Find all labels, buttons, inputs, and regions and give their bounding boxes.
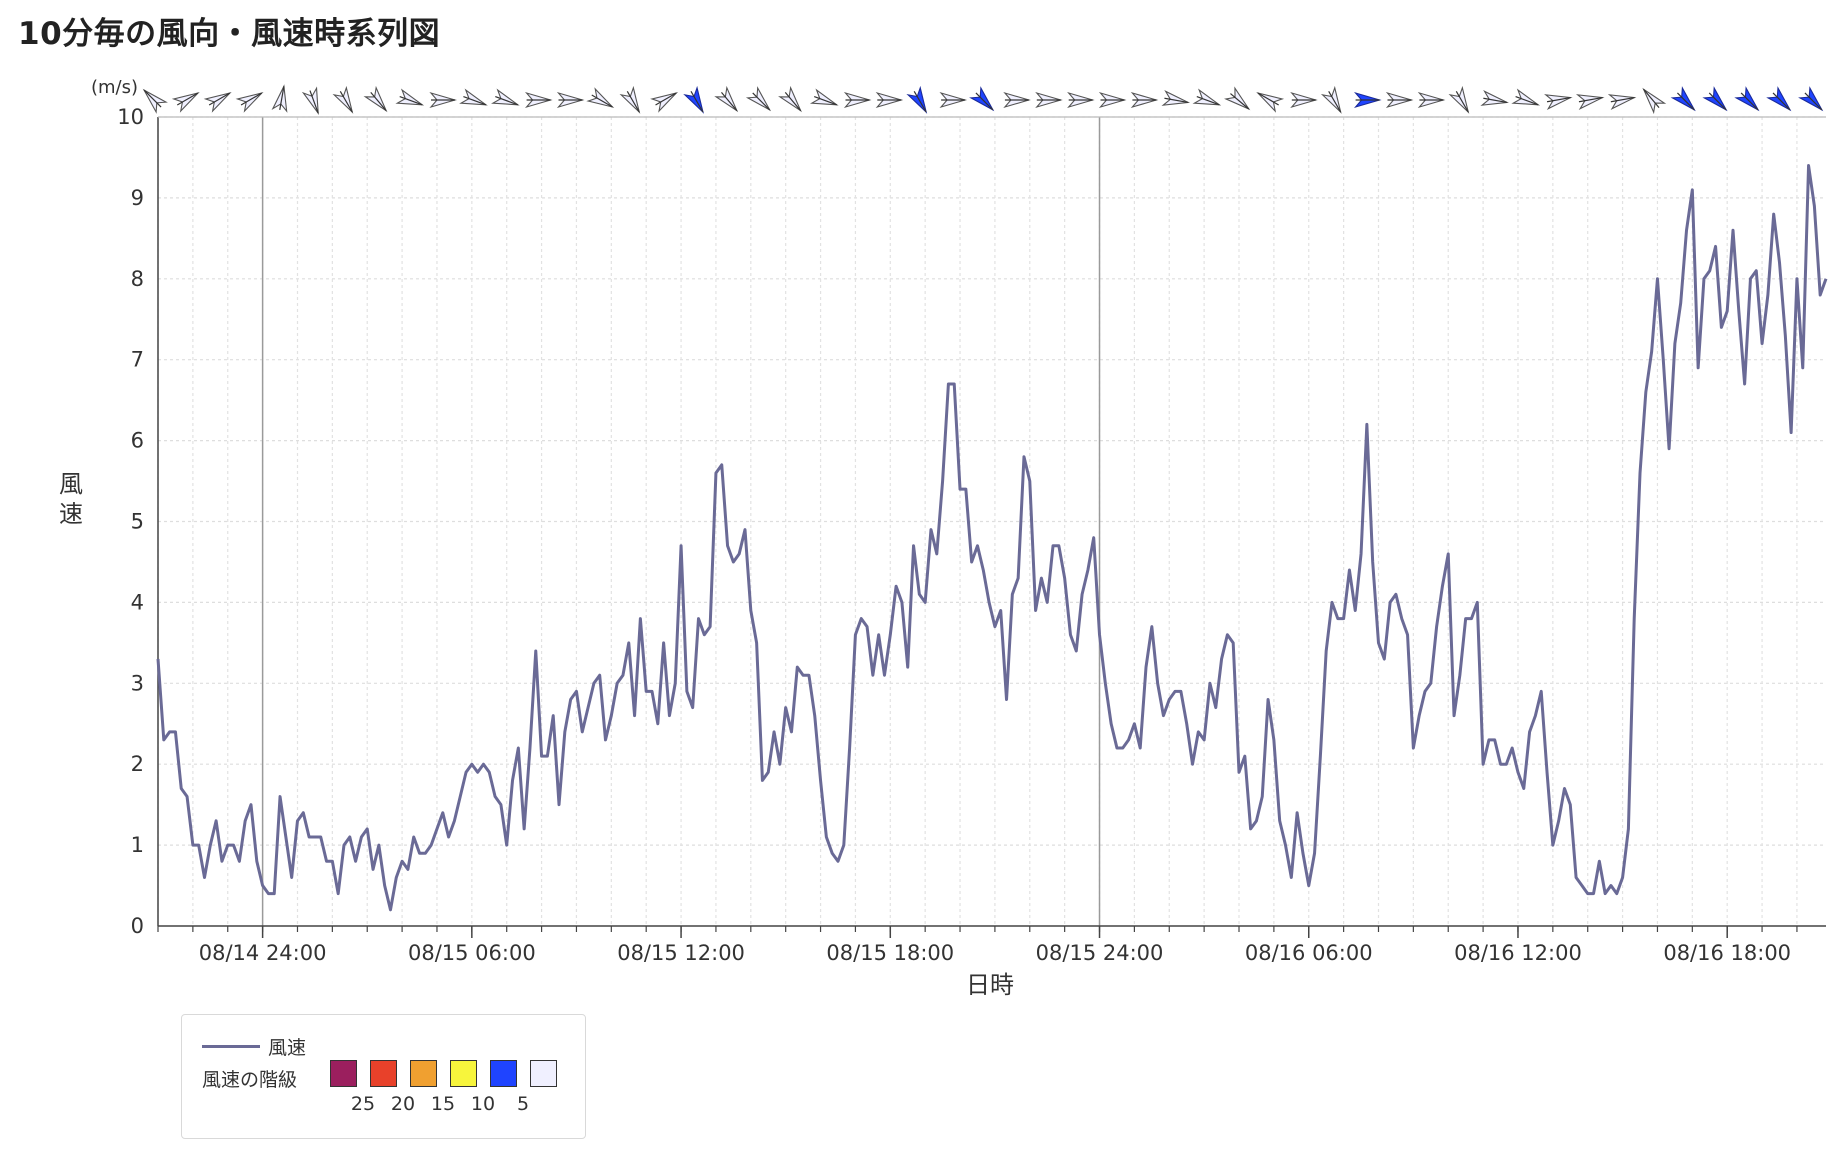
wind-direction-marker: [1098, 91, 1127, 109]
wind-direction-marker: [1256, 92, 1285, 113]
wind-direction-marker: [939, 91, 968, 109]
wind-direction-marker: [843, 91, 872, 109]
legend-swatch: [530, 1060, 557, 1087]
wind-direction-marker: [586, 87, 615, 108]
y-tick-label: 0: [131, 914, 144, 938]
wind-direction-marker: [524, 91, 553, 109]
y-tick-label: 4: [131, 590, 144, 614]
x-tick-label: 08/14 24:00: [199, 941, 327, 965]
wind-direction-marker: [1607, 94, 1637, 110]
legend-swatch-label: 25: [350, 1093, 376, 1115]
wind-direction-marker: [363, 85, 388, 113]
y-axis-label-char-2: 速: [59, 500, 83, 528]
legend-swatch-label: 15: [430, 1093, 456, 1115]
wind-direction-marker: [1130, 91, 1159, 109]
grid-layer: [157, 116, 1826, 926]
wind-direction-marker: [1511, 88, 1541, 106]
x-tick-label: 08/15 24:00: [1036, 941, 1164, 965]
x-tick-label: 08/16 18:00: [1663, 941, 1791, 965]
wind-direction-marker: [1480, 90, 1509, 106]
y-tick-label: 7: [131, 348, 144, 372]
y-tick-label: 3: [131, 671, 144, 695]
wind-direction-marker: [1192, 88, 1222, 106]
legend-swatch: [490, 1060, 517, 1087]
legend-swatch: [450, 1060, 477, 1087]
wind-direction-marker: [745, 86, 772, 112]
wind-direction-marker: [556, 91, 585, 109]
wind-direction-marker: [778, 85, 802, 113]
wind-chart: 0 1 2 3 4 5 6 7 8 9 10 08/14 24:00 08/15 06:00 08/15 …: [59, 77, 1828, 999]
wind-direction-marker: [1320, 85, 1342, 114]
wind-direction-marker: [1385, 91, 1414, 109]
wind-direction-marker: [1035, 91, 1063, 109]
wind-direction-marker: [235, 92, 264, 113]
wind-direction-marker: [1067, 91, 1095, 109]
wind-direction-marker: [1224, 86, 1251, 111]
wind-direction-marker: [875, 91, 904, 109]
wind-direction-marker: [395, 88, 425, 106]
wind-direction-marker: [1575, 94, 1605, 110]
wind-direction-marker: [1448, 85, 1470, 114]
wind-direction-marker: [271, 84, 288, 113]
wind-direction-marker: [1544, 94, 1573, 110]
legend-swatch-label: 20: [390, 1093, 416, 1115]
wind-direction-marker: [429, 91, 457, 109]
x-tick-label: 08/15 18:00: [826, 941, 954, 965]
y-tick-label: 10: [117, 105, 144, 129]
wind-direction-marker: [1353, 91, 1382, 109]
wind-direction-marker: [332, 85, 354, 114]
wind-direction-marker: [1670, 86, 1696, 112]
wind-direction-marker: [714, 85, 739, 113]
wind-direction-marker: [459, 88, 488, 106]
wind-direction-marker: [1798, 86, 1824, 112]
y-tick-label: 1: [131, 833, 144, 857]
legend-series-label: 風速: [268, 1037, 307, 1059]
wind-direction-marker: [906, 85, 928, 114]
wind-direction-marker: [491, 88, 520, 106]
wind-direction-marker: [171, 92, 200, 113]
wind-direction-marker: [301, 86, 319, 116]
wind-direction-marker: [1003, 91, 1031, 109]
legend-swatch: [410, 1060, 437, 1087]
series-line-wind-speed: [156, 164, 1828, 912]
wind-direction-marker: [809, 88, 839, 106]
x-tick-label: 08/16 06:00: [1245, 941, 1373, 965]
y-tick-label: 6: [131, 429, 144, 453]
wind-direction-marker: [650, 92, 679, 113]
wind-direction-markers: [142, 84, 1824, 116]
y-tick-label: 5: [131, 510, 144, 534]
legend-series-row: 風速: [202, 1033, 306, 1060]
wind-direction-marker: [969, 86, 995, 112]
series-layer: [156, 164, 1828, 912]
y-axis-label-char-1: 風: [59, 470, 83, 498]
wind-direction-marker: [1702, 86, 1728, 112]
x-tick-label: 08/15 12:00: [617, 941, 745, 965]
legend-swatch: [370, 1060, 397, 1087]
wind-direction-marker: [1766, 86, 1792, 112]
wind-direction-marker: [619, 85, 641, 114]
axis-layer: 0 1 2 3 4 5 6 7 8 9 10 08/14 24:00 08/15 06:00 08/15 …: [117, 105, 1826, 965]
legend-swatch: [330, 1060, 357, 1087]
wind-direction-marker: [1161, 90, 1191, 106]
y-tick-label: 9: [131, 186, 144, 210]
wind-direction-marker: [203, 92, 232, 113]
wind-direction-marker: [1290, 91, 1318, 109]
legend: 風速 風速の階級 25 20 15 10 5: [181, 1014, 586, 1139]
wind-direction-marker: [1734, 86, 1760, 112]
legend-series-line: [202, 1045, 260, 1048]
legend-scale-label: 風速の階級: [202, 1069, 298, 1091]
legend-swatch-label: 5: [516, 1093, 530, 1115]
x-tick-label: 08/16 12:00: [1454, 941, 1582, 965]
wind-direction-marker: [1642, 87, 1667, 115]
wind-direction-marker: [1417, 91, 1446, 109]
x-tick-label: 08/15 06:00: [408, 941, 536, 965]
x-axis-label: 日時: [966, 971, 1014, 999]
legend-scale-row: 風速の階級: [202, 1065, 297, 1092]
wind-direction-marker: [683, 85, 704, 114]
y-tick-label: 2: [131, 752, 144, 776]
y-tick-label: 8: [131, 267, 144, 291]
unit-label: (m/s): [91, 77, 138, 98]
legend-swatch-label: 10: [470, 1093, 496, 1115]
